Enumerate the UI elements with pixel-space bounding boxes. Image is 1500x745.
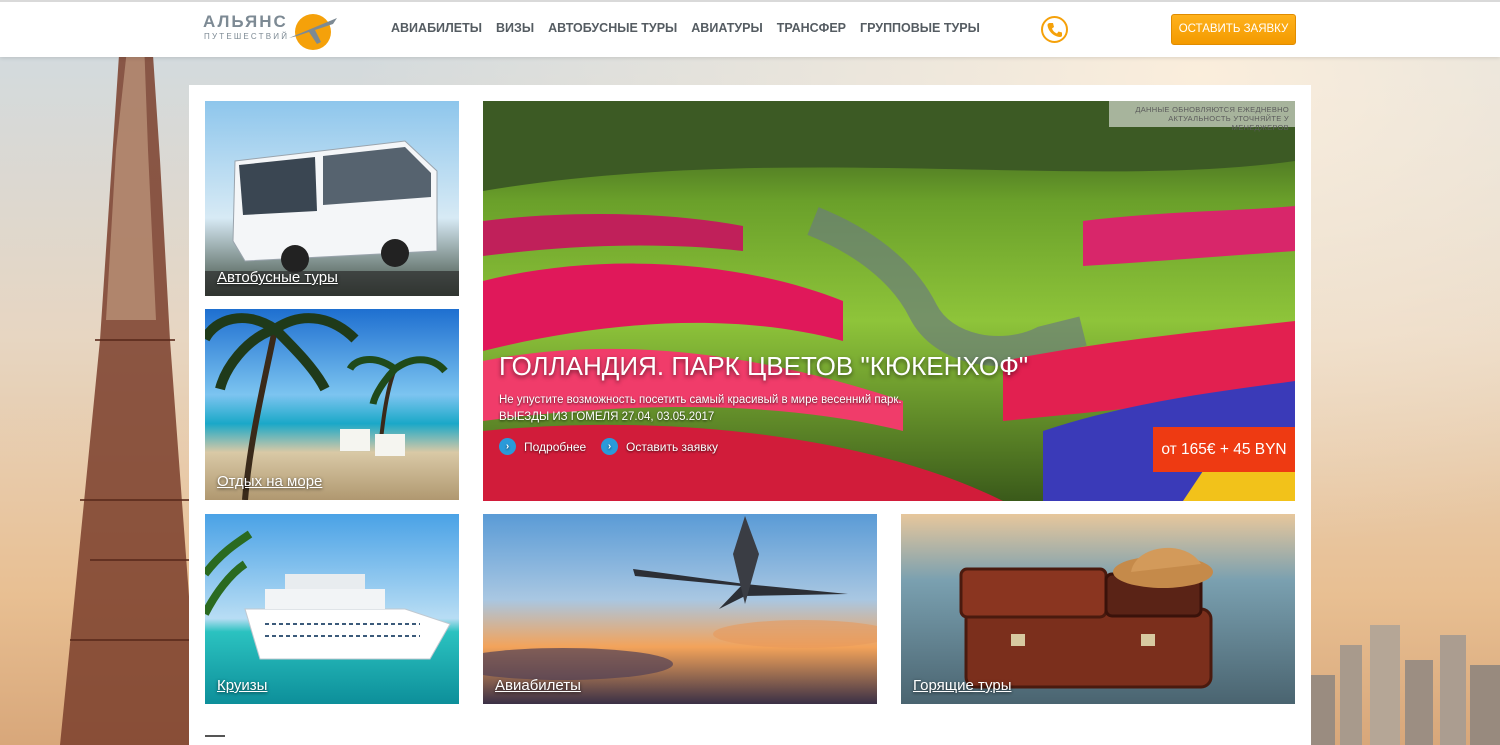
tile-air-tickets[interactable]: Авиабилеты [483,514,877,704]
hero-title: ГОЛЛАНДИЯ. ПАРК ЦВЕТОВ "КЮКЕНХОФ" [499,351,1029,381]
logo-title: АЛЬЯНС [203,12,288,31]
tile-hot-tours[interactable]: Горящие туры [901,514,1295,704]
phone-icon[interactable] [1040,15,1069,44]
hero-order-link[interactable]: › Оставить заявку [601,438,718,455]
suitcase-image [901,514,1295,704]
city-skyline-backdrop [1310,625,1500,745]
tile-bus-tours[interactable]: Автобусные туры [205,101,459,296]
tile-cruises[interactable]: Круизы [205,514,459,704]
hero-notice-line-2: АКТУАЛЬНОСТЬ УТОЧНЯЙТЕ У МЕНЕДЖЕРОВ [1168,114,1289,132]
tile-label-hot-tours: Горящие туры [913,677,1012,694]
nav-item-transfer[interactable]: ТРАНСФЕР [777,21,846,35]
price-badge: от 165€ + 45 BYN [1153,427,1295,472]
tile-label-sea-holidays: Отдых на море [217,473,323,490]
nav-item-bus-tours[interactable]: АВТОБУСНЫЕ ТУРЫ [548,21,677,35]
leave-request-button[interactable]: ОСТАВИТЬ ЗАЯВКУ [1171,14,1296,45]
hero-update-notice: ДАННЫЕ ОБНОВЛЯЮТСЯ ЕЖЕДНЕВНО АКТУАЛЬНОСТ… [1109,101,1295,132]
bus-image [205,101,459,296]
hero-order-label: Оставить заявку [626,439,718,454]
hero-slider[interactable]: ДАННЫЕ ОБНОВЛЯЮТСЯ ЕЖЕДНЕВНО АКТУАЛЬНОСТ… [483,101,1295,501]
logo-subtitle: ПУТЕШЕСТВИЙ [204,32,290,41]
nav-item-group-tours[interactable]: ГРУППОВЫЕ ТУРЫ [860,21,980,35]
hero-more-link[interactable]: › Подробнее [499,438,586,455]
beach-image [205,309,459,500]
cruise-ship-image [205,514,459,704]
airplane-sunset-image [483,514,877,704]
hero-more-label: Подробнее [524,439,587,454]
section-heading-fragment [205,735,225,745]
main-content-panel: Автобусные туры Отдых на море Круизы Ави… [189,85,1311,745]
chevron-right-icon: › [601,438,618,455]
tile-label-bus-tours: Автобусные туры [217,269,338,286]
tile-label-air-tickets: Авиабилеты [495,677,581,694]
site-header: АЛЬЯНС ПУТЕШЕСТВИЙ АВИАБИЛЕТЫ ВИЗЫ АВТОБ… [0,0,1500,57]
nav-item-flights[interactable]: АВИАБИЛЕТЫ [391,21,482,35]
nav-item-air-tours[interactable]: АВИАТУРЫ [691,21,762,35]
chevron-right-icon: › [499,438,516,455]
eiffel-tower-backdrop [60,40,200,745]
tile-sea-holidays[interactable]: Отдых на море [205,309,459,500]
hero-departure-dates: ВЫЕЗДЫ ИЗ ГОМЕЛЯ 27.04, 03.05.2017 [499,411,715,423]
site-logo[interactable]: АЛЬЯНС ПУТЕШЕСТВИЙ [203,8,343,52]
plane-logo-icon [289,14,337,50]
hero-description: Не упустите возможность посетить самый к… [499,394,902,406]
main-nav: АВИАБИЛЕТЫ ВИЗЫ АВТОБУСНЫЕ ТУРЫ АВИАТУРЫ… [391,21,994,35]
tile-label-cruises: Круизы [217,677,268,694]
hero-notice-line-1: ДАННЫЕ ОБНОВЛЯЮТСЯ ЕЖЕДНЕВНО [1135,105,1289,114]
nav-item-visas[interactable]: ВИЗЫ [496,21,534,35]
